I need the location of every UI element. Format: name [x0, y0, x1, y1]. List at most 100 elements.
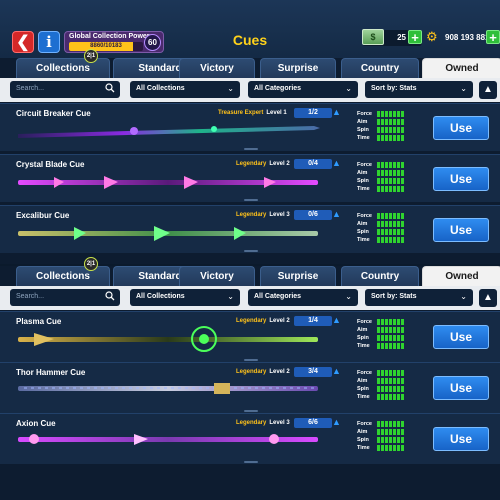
use-button[interactable]: Use	[433, 167, 489, 191]
sort-order-button[interactable]: ▲	[479, 289, 497, 307]
tab-owned[interactable]: Owned	[422, 58, 500, 78]
stat-bar-segment	[401, 437, 404, 443]
stat-bar-segment	[393, 394, 396, 400]
cue-row[interactable]: Crystal Blade Cue Legendary Level 2 0/4 ▲…	[0, 154, 500, 202]
stat-bar-segment	[389, 335, 392, 341]
cue-name: Excalibur Cue	[16, 211, 70, 220]
tab-victory[interactable]: Victory	[179, 266, 255, 286]
filter-bar: Search... All Collections ⌄ All Categori…	[0, 286, 500, 310]
use-button[interactable]: Use	[433, 325, 489, 349]
stat-bar-segment	[389, 429, 392, 435]
stat-bars	[377, 421, 404, 427]
stat-bar-segment	[393, 437, 396, 443]
stat-bars	[377, 111, 404, 117]
tab-country[interactable]: Country	[341, 58, 419, 78]
stat-bar-segment	[393, 127, 396, 133]
use-button[interactable]: Use	[433, 376, 489, 400]
stat-bar-segment	[385, 178, 388, 184]
use-button[interactable]: Use	[433, 218, 489, 242]
stat-bar-segment	[401, 319, 404, 325]
stat-bar-segment	[389, 135, 392, 141]
row-divider-handle	[244, 359, 258, 361]
stat-bar-segment	[389, 221, 392, 227]
search-input[interactable]: Search...	[10, 289, 120, 306]
stat-spin: Spin	[357, 436, 417, 444]
stat-bar-segment	[377, 370, 380, 376]
add-coins-button[interactable]: +	[486, 30, 500, 44]
sort-dropdown[interactable]: Sort by: Stats ⌄	[365, 81, 473, 98]
page-title: Cues	[232, 32, 268, 48]
stat-bar-segment	[401, 237, 404, 243]
use-button[interactable]: Use	[433, 116, 489, 140]
stat-force: Force	[357, 212, 417, 220]
tab-bar: Collections Standard Victory Surprise Countr…	[0, 49, 500, 78]
stat-bar-segment	[389, 186, 392, 192]
use-button[interactable]: Use	[433, 427, 489, 451]
tab-country[interactable]: Country	[341, 266, 419, 286]
add-cash-button[interactable]: +	[408, 30, 422, 44]
stat-bar-segment	[397, 237, 400, 243]
cue-row[interactable]: Thor Hammer Cue Legendary Level 2 3/4 ▲ F…	[0, 362, 500, 413]
stat-bars	[377, 386, 404, 392]
collections-dropdown[interactable]: All Collections ⌄	[130, 81, 240, 98]
stat-time: Time	[357, 444, 417, 452]
tab-surprise[interactable]: Surprise	[260, 266, 336, 286]
row-divider-handle	[244, 148, 258, 150]
cue-image	[14, 169, 324, 195]
sort-order-button[interactable]: ▲	[479, 81, 497, 99]
tab-victory[interactable]: Victory	[179, 58, 255, 78]
stat-label: Aim	[357, 429, 368, 435]
stat-bar-segment	[393, 370, 396, 376]
cue-rarity: Legendary Level 2	[236, 161, 290, 167]
stat-bar-segment	[385, 343, 388, 349]
stat-force: Force	[357, 161, 417, 169]
stat-bar-segment	[385, 394, 388, 400]
categories-dropdown[interactable]: All Categories ⌄	[248, 81, 358, 98]
stat-bar-segment	[377, 213, 380, 219]
sort-dropdown[interactable]: Sort by: Stats ⌄	[365, 289, 473, 306]
cue-row[interactable]: Plasma Cue Legendary Level 2 1/4 ▲ Force A…	[0, 311, 500, 362]
stat-bar-segment	[377, 162, 380, 168]
cue-row[interactable]: Excalibur Cue Legendary Level 3 0/6 ▲ For…	[0, 205, 500, 253]
sort-dropdown-label: Sort by: Stats	[371, 293, 417, 300]
stat-bar-segment	[401, 445, 404, 451]
stat-time: Time	[357, 185, 417, 193]
categories-dropdown[interactable]: All Categories ⌄	[248, 289, 358, 306]
tab-surprise[interactable]: Surprise	[260, 58, 336, 78]
collections-dropdown[interactable]: All Collections ⌄	[130, 289, 240, 306]
stat-bar-segment	[401, 429, 404, 435]
tab-owned[interactable]: Owned	[422, 266, 500, 286]
cue-stats: Force Aim Spin Time	[357, 318, 417, 350]
stat-bar-segment	[389, 370, 392, 376]
cue-row[interactable]: Circuit Breaker Cue Treasure Expert Level…	[0, 103, 500, 151]
stat-bar-segment	[401, 213, 404, 219]
stat-bar-segment	[401, 178, 404, 184]
stat-label: Time	[357, 237, 370, 243]
cue-level: Level 2	[269, 161, 290, 167]
stat-bar-segment	[397, 221, 400, 227]
cue-row[interactable]: Axion Cue Legendary Level 3 6/6 ▲ Force Ai…	[0, 413, 500, 464]
row-divider-handle	[244, 461, 258, 463]
stat-bar-segment	[393, 429, 396, 435]
cue-rarity-label: Treasure Expert	[218, 110, 264, 116]
stat-bar-segment	[389, 213, 392, 219]
stat-bars	[377, 127, 404, 133]
stat-bar-segment	[401, 421, 404, 427]
level-up-arrow-icon: ▲	[332, 107, 341, 117]
stat-label: Aim	[357, 221, 368, 227]
search-input[interactable]: Search...	[10, 81, 120, 98]
stat-bar-segment	[401, 378, 404, 384]
cue-rarity-label: Legendary	[236, 212, 267, 218]
stat-bars	[377, 186, 404, 192]
stat-bar-segment	[381, 421, 384, 427]
stat-bar-segment	[401, 162, 404, 168]
stat-time: Time	[357, 134, 417, 142]
level-up-arrow-icon: ▲	[332, 366, 341, 376]
stat-bar-segment	[401, 229, 404, 235]
stat-aim: Aim	[357, 326, 417, 334]
stat-bar-segment	[389, 437, 392, 443]
categories-dropdown-label: All Categories	[254, 293, 302, 300]
chevron-down-icon: ⌄	[460, 84, 467, 93]
stat-bar-segment	[397, 111, 400, 117]
coin-counter: ⚙ 908 193 881 +	[426, 30, 500, 46]
